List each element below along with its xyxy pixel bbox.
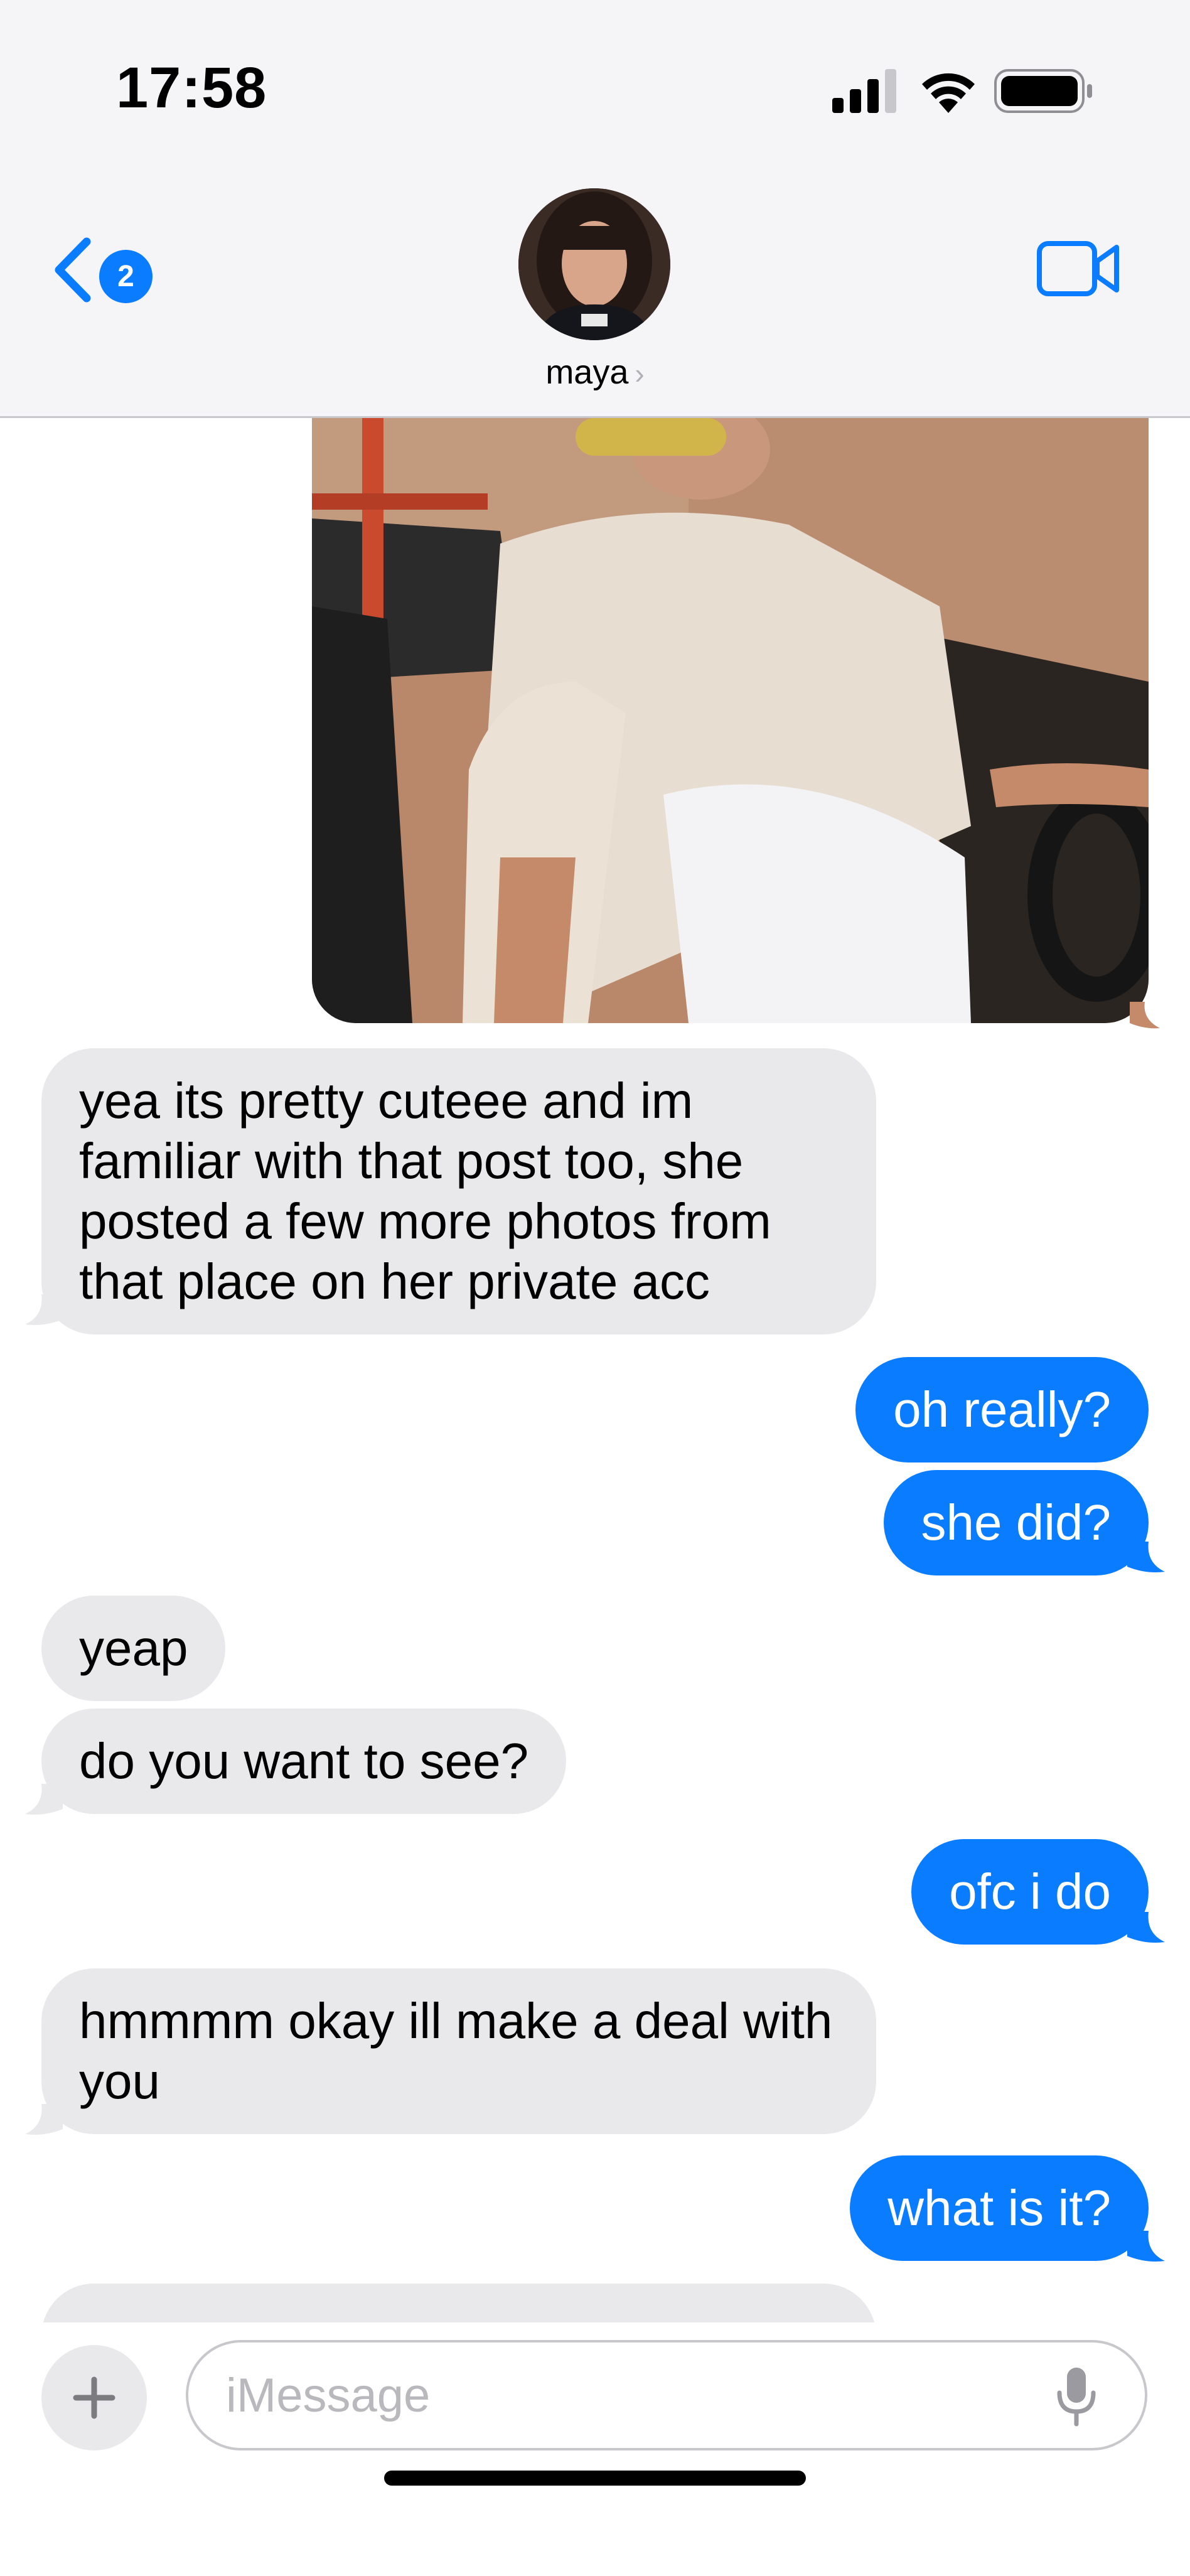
- photo-image: [312, 418, 1149, 1023]
- incoming-message-bubble[interactable]: yea its pretty cuteee and im familiar wi…: [41, 1048, 876, 1334]
- message-composer: [0, 2322, 1190, 2576]
- bubble-tail: [1127, 2231, 1165, 2262]
- contact-name: maya: [545, 353, 629, 391]
- message-text: she did?: [921, 1495, 1111, 1550]
- battery-icon: [994, 69, 1092, 113]
- incoming-message-bubble[interactable]: hmmmm okay ill make a deal with you: [41, 1968, 876, 2134]
- microphone-icon[interactable]: [1054, 2365, 1098, 2428]
- photo-message[interactable]: [312, 418, 1149, 1023]
- home-indicator[interactable]: [384, 2471, 806, 2486]
- status-icons: [832, 63, 1096, 119]
- avatar-image: [518, 188, 670, 340]
- back-button[interactable]: 2: [44, 229, 182, 311]
- avatar[interactable]: [518, 188, 670, 340]
- outgoing-message-bubble[interactable]: oh really?: [855, 1357, 1149, 1462]
- bubble-tail: [1127, 1542, 1165, 1572]
- video-call-button[interactable]: [1036, 239, 1121, 298]
- bubble-tail: [25, 2104, 63, 2135]
- message-text: what is it?: [887, 2180, 1111, 2236]
- outgoing-message-bubble[interactable]: what is it?: [850, 2155, 1149, 2261]
- message-text: ofc i do: [949, 1864, 1111, 1919]
- bubble-tail: [25, 1294, 63, 1325]
- plus-icon: [73, 2376, 115, 2419]
- outgoing-message-bubble[interactable]: she did?: [883, 1470, 1149, 1575]
- unread-count-badge: 2: [99, 250, 153, 303]
- message-text: yea its pretty cuteee and im familiar wi…: [79, 1073, 771, 1309]
- bubble-tail: [25, 1784, 63, 1815]
- bubble-tail: [1127, 1912, 1165, 1943]
- conversation-header: 2 maya ›: [0, 169, 1190, 418]
- status-time: 17:58: [116, 56, 267, 120]
- chevron-right-icon: ›: [635, 357, 645, 390]
- message-input[interactable]: [186, 2340, 1147, 2450]
- incoming-message-bubble[interactable]: do you want to see?: [41, 1709, 567, 1814]
- message-text: oh really?: [893, 1382, 1111, 1437]
- contact-name-button[interactable]: maya ›: [0, 353, 1190, 392]
- message-text: hmmmm okay ill make a deal with you: [79, 1993, 833, 2109]
- back-chevron-icon: [55, 237, 91, 303]
- incoming-message-bubble[interactable]: yeap: [41, 1596, 226, 1701]
- message-text: do you want to see?: [79, 1733, 529, 1789]
- incoming-message-bubble-partial[interactable]: [41, 2284, 876, 2322]
- video-call-icon: [1037, 241, 1119, 296]
- status-bar: 17:58: [0, 0, 1190, 169]
- wifi-icon: [922, 73, 975, 113]
- bubble-tail: [1130, 1002, 1160, 1029]
- apps-plus-button[interactable]: [41, 2345, 147, 2450]
- outgoing-message-bubble[interactable]: ofc i do: [911, 1839, 1149, 1945]
- message-text: yeap: [79, 1620, 188, 1676]
- cellular-icon: [832, 69, 896, 113]
- message-list[interactable]: yea its pretty cuteee and im familiar wi…: [0, 418, 1190, 2322]
